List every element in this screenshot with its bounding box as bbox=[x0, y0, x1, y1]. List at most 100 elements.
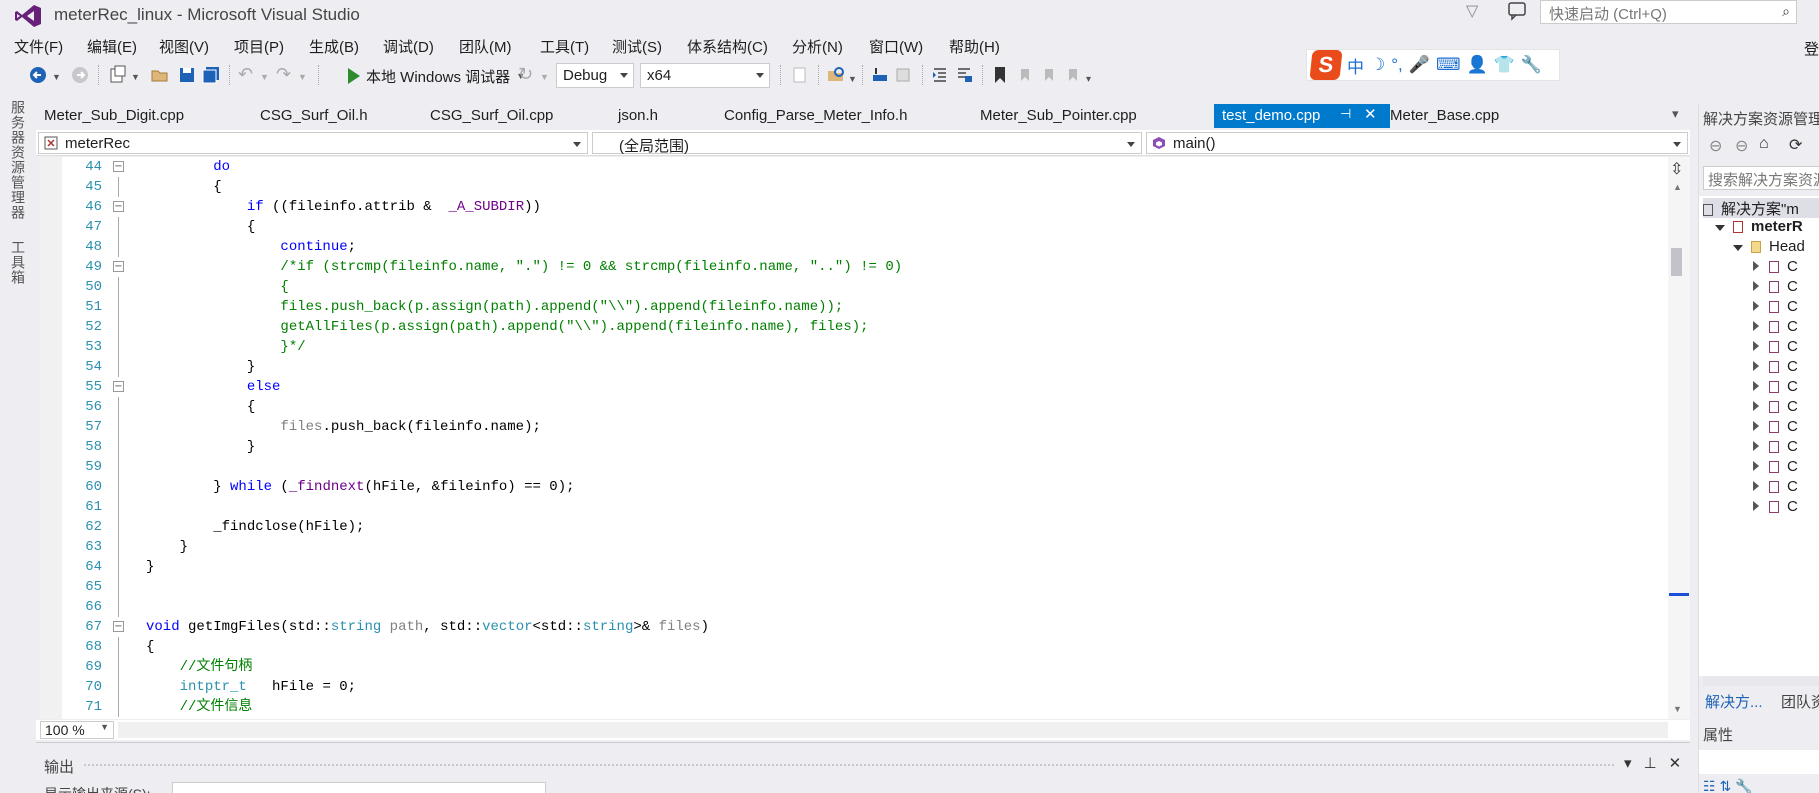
code-line[interactable]: 68 { bbox=[62, 637, 1662, 657]
solution-platform-select[interactable]: x64 bbox=[640, 63, 770, 88]
step-into-icon[interactable] bbox=[870, 65, 890, 85]
panel-grip[interactable] bbox=[84, 764, 1614, 768]
feedback-icon[interactable] bbox=[1506, 1, 1528, 21]
scope-dropdown[interactable]: (全局范围) bbox=[592, 132, 1142, 155]
start-debugging-button[interactable]: 本地 Windows 调试器 ▼ bbox=[348, 63, 525, 89]
tree-file-item[interactable]: C bbox=[1753, 278, 1798, 298]
categorized-icon[interactable]: ☷ bbox=[1703, 778, 1716, 793]
previous-bookmark-icon[interactable] bbox=[1014, 65, 1034, 85]
save-icon[interactable] bbox=[177, 65, 197, 85]
menu-edit[interactable]: 编辑(E) bbox=[87, 36, 137, 57]
collapse-icon[interactable]: − bbox=[113, 201, 124, 212]
step-over-icon[interactable] bbox=[894, 65, 914, 85]
property-pages-icon[interactable]: 🔧 bbox=[1735, 778, 1752, 793]
scroll-up-icon[interactable]: ▲ bbox=[1673, 182, 1682, 192]
code-line[interactable]: 56 { bbox=[62, 397, 1662, 417]
toolbar-overflow-icon[interactable]: ▾ bbox=[1086, 74, 1091, 85]
code-line[interactable]: 51 files.push_back(p.assign(path).append… bbox=[62, 297, 1662, 317]
split-window-icon[interactable]: ⇳ bbox=[1670, 159, 1683, 179]
solution-search-input[interactable]: 搜索解决方案资源 bbox=[1703, 166, 1819, 190]
code-line[interactable]: 61 bbox=[62, 497, 1662, 517]
menu-file[interactable]: 文件(F) bbox=[14, 36, 63, 57]
collapse-icon[interactable]: − bbox=[113, 381, 124, 392]
tab-meter-base-cpp[interactable]: Meter_Base.cpp bbox=[1382, 104, 1507, 128]
collapse-icon[interactable] bbox=[1753, 341, 1759, 351]
open-file-icon[interactable] bbox=[150, 65, 170, 85]
code-line[interactable]: 46− if ((fileinfo.attrib & _A_SUBDIR)) bbox=[62, 197, 1662, 217]
menu-debug[interactable]: 调试(D) bbox=[383, 36, 434, 57]
pin-icon[interactable]: ⊥ bbox=[1644, 754, 1657, 772]
back-dropdown-icon[interactable]: ▼ bbox=[52, 72, 61, 82]
toolbox-tab[interactable]: 工具箱 bbox=[8, 240, 28, 285]
menu-team[interactable]: 团队(M) bbox=[459, 36, 512, 57]
tree-file-item[interactable]: C bbox=[1753, 458, 1798, 478]
code-line[interactable]: 63 } bbox=[62, 537, 1662, 557]
close-icon[interactable]: ✕ bbox=[1669, 754, 1682, 772]
tree-file-item[interactable]: C bbox=[1753, 258, 1798, 278]
collapse-icon[interactable] bbox=[1753, 281, 1759, 291]
skin-icon[interactable]: 👕 bbox=[1494, 55, 1515, 75]
search-icon[interactable]: ⌕ bbox=[1782, 3, 1790, 20]
undo-icon[interactable]: ↶ bbox=[238, 64, 253, 85]
navigate-back-icon[interactable] bbox=[28, 65, 48, 85]
code-line[interactable]: 62 _findclose(hFile); bbox=[62, 517, 1662, 537]
properties-object-select[interactable] bbox=[1699, 750, 1819, 774]
tab-solution-explorer[interactable]: 解决方... bbox=[1705, 691, 1763, 712]
menu-project[interactable]: 项目(P) bbox=[234, 36, 284, 57]
project-dropdown[interactable]: meterRec bbox=[38, 132, 588, 154]
code-editor[interactable]: 44− do 45 {46− if ((fileinfo.attrib & _A_… bbox=[40, 157, 1668, 719]
sogou-logo-icon[interactable]: S bbox=[1309, 50, 1343, 80]
punctuation-icon[interactable]: °, bbox=[1391, 55, 1403, 75]
code-line[interactable]: 66 bbox=[62, 597, 1662, 617]
collapse-icon[interactable]: − bbox=[113, 161, 124, 172]
scroll-down-icon[interactable]: ▼ bbox=[1673, 704, 1682, 714]
back-icon[interactable]: ⊖ bbox=[1709, 136, 1722, 156]
code-line[interactable]: 54 } bbox=[62, 357, 1662, 377]
collapse-icon[interactable] bbox=[1753, 261, 1759, 271]
tab-meter-sub-digit-cpp[interactable]: Meter_Sub_Digit.cpp bbox=[36, 104, 192, 128]
zoom-level-select[interactable]: 100 % ▼ bbox=[40, 721, 114, 739]
code-area[interactable]: 44− do 45 {46− if ((fileinfo.attrib & _A_… bbox=[62, 157, 1668, 719]
find-in-files-icon[interactable] bbox=[826, 65, 846, 85]
code-line[interactable]: 55− else bbox=[62, 377, 1662, 397]
code-line[interactable]: 57 files.push_back(fileinfo.name); bbox=[62, 417, 1662, 437]
collapse-icon[interactable] bbox=[1753, 361, 1759, 371]
tab-config-parse-meter-info-h[interactable]: Config_Parse_Meter_Info.h bbox=[716, 104, 915, 128]
collapse-icon[interactable] bbox=[1753, 461, 1759, 471]
expand-icon[interactable] bbox=[1715, 225, 1725, 231]
tree-file-item[interactable]: C bbox=[1753, 418, 1798, 438]
solution-tree[interactable]: 解决方案"m meterR Head C C C C C C C C C C C… bbox=[1699, 196, 1819, 676]
tree-file-item[interactable]: C bbox=[1753, 358, 1798, 378]
code-line[interactable]: 53 }*/ bbox=[62, 337, 1662, 357]
ime-language-toggle[interactable]: 中 bbox=[1347, 53, 1364, 78]
save-all-icon[interactable] bbox=[201, 65, 221, 85]
moon-icon[interactable]: ☽ bbox=[1370, 55, 1385, 75]
tab-meter-sub-pointer-cpp[interactable]: Meter_Sub_Pointer.cpp bbox=[972, 104, 1145, 128]
redo-icon[interactable]: ↷ bbox=[276, 64, 291, 85]
editor-vertical-scrollbar[interactable] bbox=[1668, 157, 1690, 719]
microphone-icon[interactable]: 🎤 bbox=[1409, 55, 1430, 75]
find-dropdown-icon[interactable]: ▼ bbox=[848, 74, 857, 84]
code-line[interactable]: 64} bbox=[62, 557, 1662, 577]
refresh-icon[interactable]: ↻ bbox=[518, 64, 533, 85]
tab-csg-surf-oil-h[interactable]: CSG_Surf_Oil.h bbox=[252, 104, 376, 128]
forward-icon[interactable]: ⊖ bbox=[1735, 136, 1748, 156]
quick-launch-input[interactable]: 快速启动 (Ctrl+Q) ⌕ bbox=[1540, 0, 1797, 24]
code-line[interactable]: 67− void getImgFiles(std::string path, st… bbox=[62, 617, 1662, 637]
comment-lines-icon[interactable] bbox=[954, 65, 974, 85]
tree-file-item[interactable]: C bbox=[1753, 398, 1798, 418]
tree-file-item[interactable]: C bbox=[1753, 438, 1798, 458]
code-line[interactable]: 44− do bbox=[62, 157, 1662, 177]
collapse-icon[interactable] bbox=[1753, 401, 1759, 411]
code-line[interactable]: 60 } while (_findnext(hFile, &fileinfo) … bbox=[62, 477, 1662, 497]
keyboard-icon[interactable]: ⌨ bbox=[1436, 55, 1461, 75]
tree-headers-node[interactable]: Head bbox=[1733, 238, 1805, 258]
server-explorer-tab[interactable]: 服务器资源管理器 bbox=[8, 100, 28, 220]
tree-file-item[interactable]: C bbox=[1753, 498, 1798, 518]
menu-tools[interactable]: 工具(T) bbox=[540, 36, 589, 57]
new-dropdown-icon[interactable]: ▼ bbox=[131, 72, 140, 82]
expand-icon[interactable] bbox=[1733, 245, 1743, 251]
alphabetical-icon[interactable]: ⇅ bbox=[1719, 778, 1731, 793]
menu-analyze[interactable]: 分析(N) bbox=[792, 36, 843, 57]
output-source-select[interactable] bbox=[172, 782, 546, 793]
